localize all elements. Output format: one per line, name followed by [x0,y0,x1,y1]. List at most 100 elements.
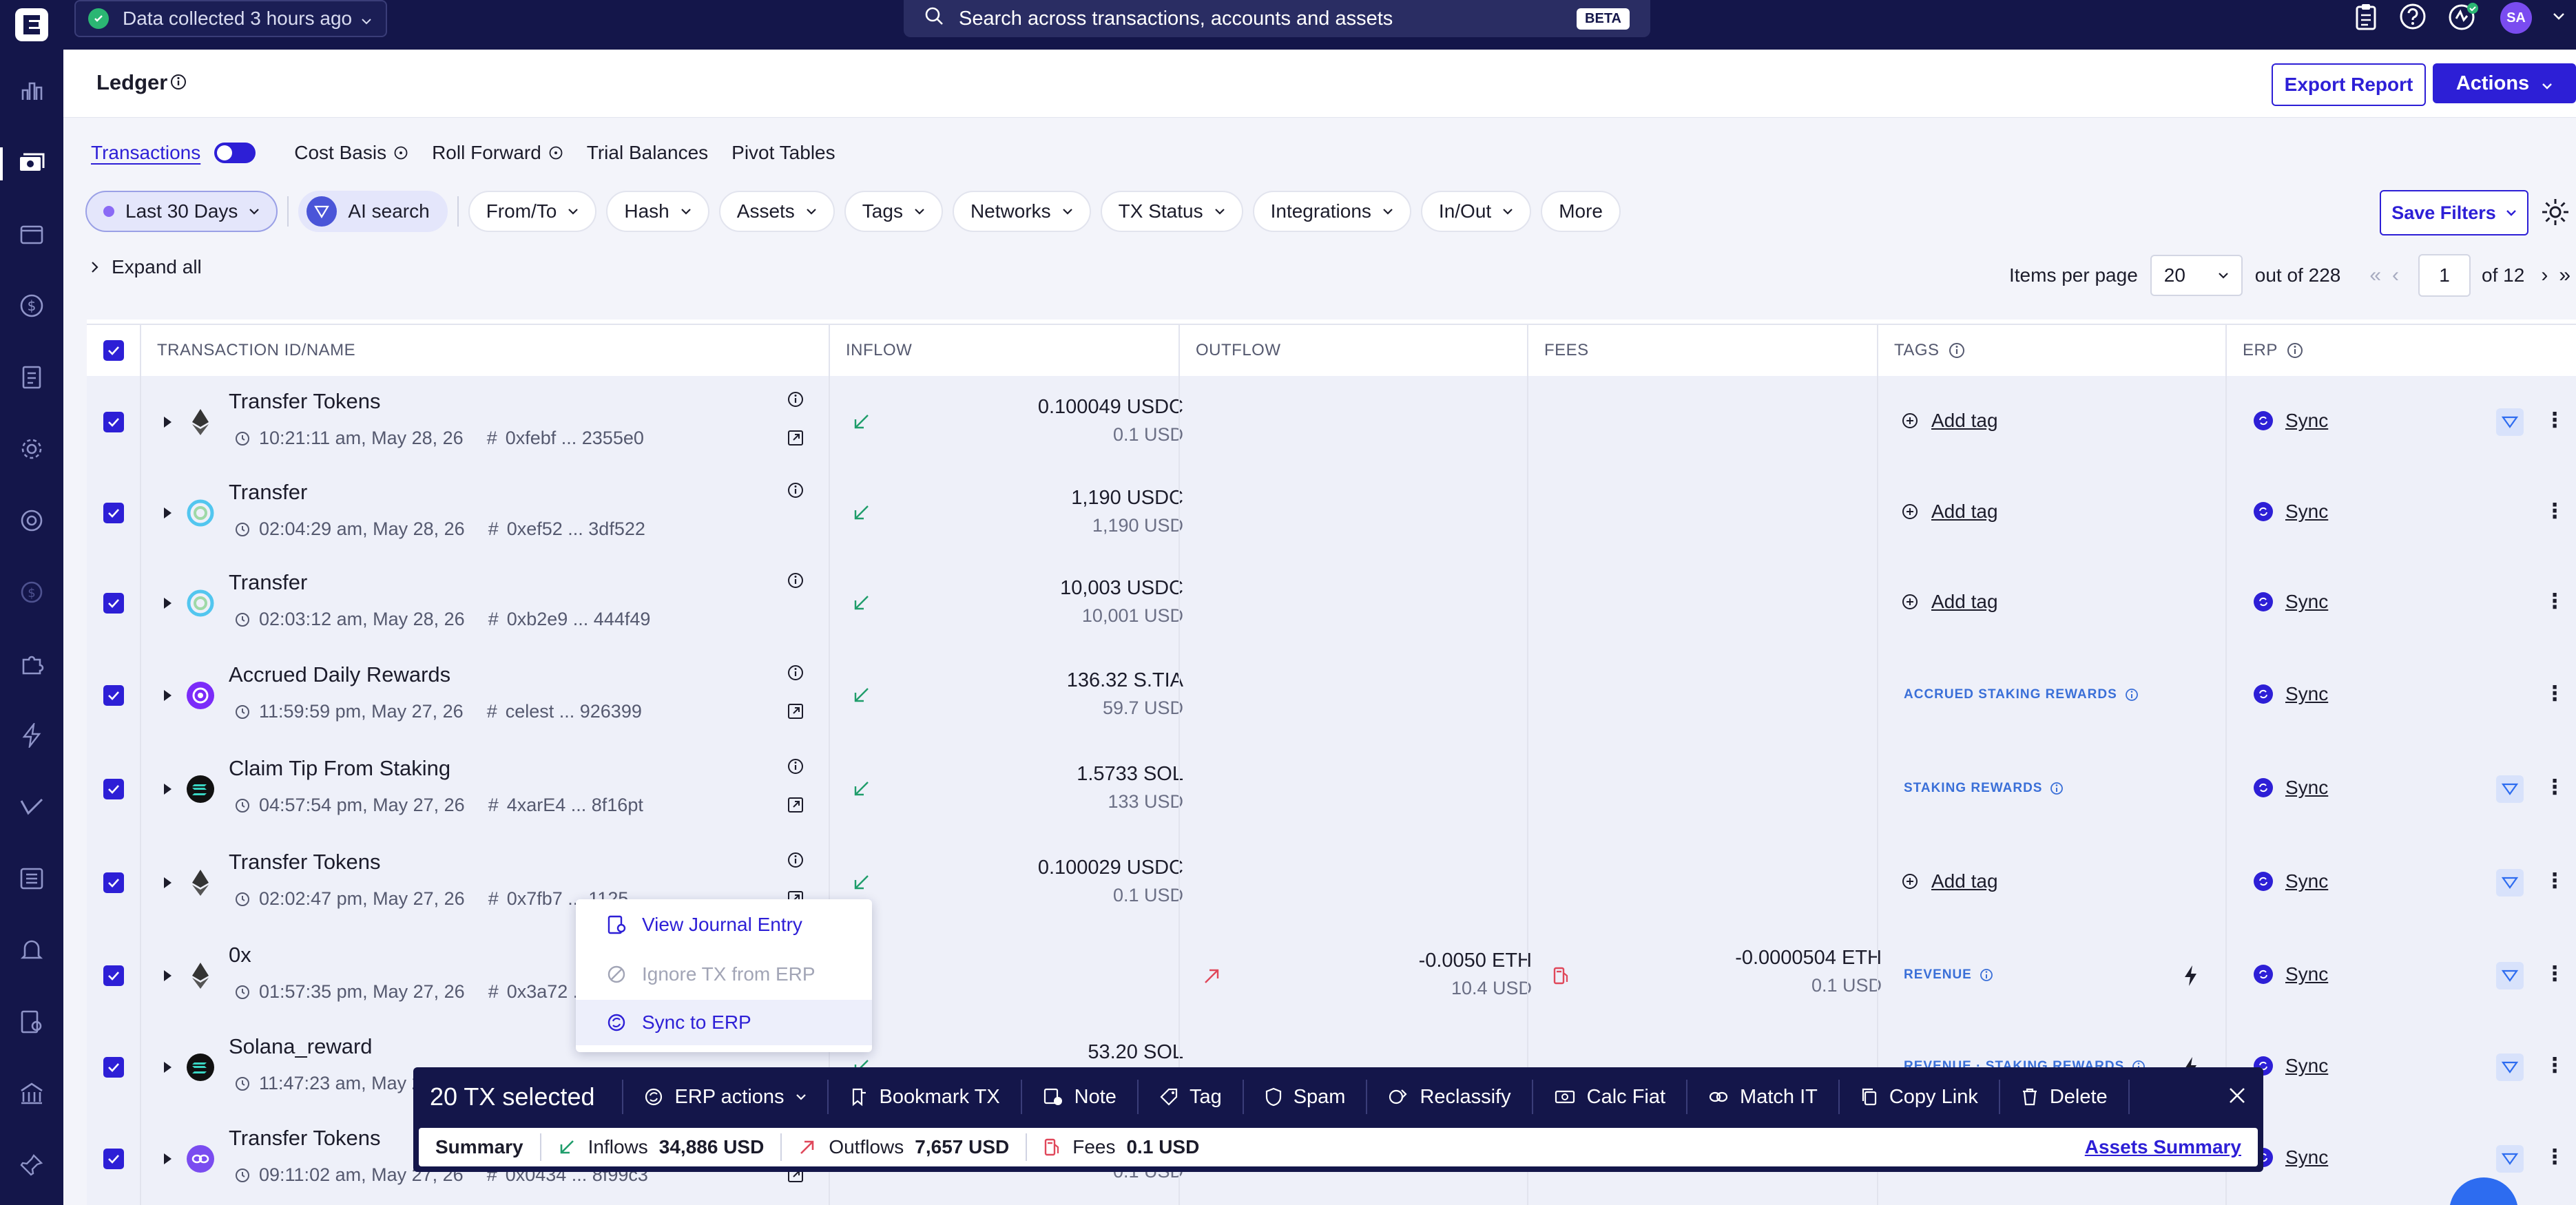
menu-item-sync-to-erp[interactable]: Sync to ERP [576,1000,872,1045]
transaction-hash[interactable]: 0xfebf ... 2355e0 [506,428,644,449]
sync-button[interactable]: Sync [2254,410,2328,432]
nav-tools[interactable] [0,1146,63,1187]
filter-from-to[interactable]: From/To [468,191,597,232]
filter-more[interactable]: More [1541,191,1621,232]
sync-button[interactable]: Sync [2254,777,2328,799]
export-report-button[interactable]: Export Report [2272,63,2426,106]
column-header-inflow[interactable]: INFLOW [846,325,912,376]
add-tag-button[interactable]: Add tag [1901,410,1998,432]
nav-network[interactable] [0,501,63,543]
filter-integrations[interactable]: Integrations [1252,191,1411,232]
table-row[interactable]: Transfer Tokens 02:02:47 pm, May 27, 26 … [87,836,2576,931]
transaction-name[interactable]: Transfer [229,570,307,595]
date-range-filter[interactable]: Last 30 Days [85,191,278,232]
add-tag-button[interactable]: Add tag [1901,501,1998,523]
filter-hash[interactable]: Hash [606,191,709,232]
help-icon[interactable] [2398,2,2427,34]
expand-row-icon[interactable] [164,507,172,518]
save-filters-button[interactable]: Save Filters [2380,190,2528,235]
table-row[interactable]: Transfer 02:03:12 am, May 28, 26 # 0xb2e… [87,558,2576,650]
assets-summary-link[interactable]: Assets Summary [2085,1136,2241,1158]
info-icon[interactable] [787,572,804,593]
row-checkbox[interactable] [103,412,124,432]
nav-reports[interactable] [0,358,63,399]
match-it-button[interactable]: Match IT [1687,1080,1840,1114]
items-per-page-select[interactable]: 20 [2150,255,2243,296]
activity-check-icon[interactable] [2448,2,2480,34]
expand-row-icon[interactable] [164,598,172,609]
transaction-name[interactable]: Accrued Daily Rewards [229,662,450,687]
table-row[interactable]: 0x 01:57:35 pm, May 27, 26 # 0x3a72 ... … [87,930,2576,1023]
transactions-toggle[interactable] [214,143,256,163]
nav-banking[interactable] [0,1074,63,1115]
menu-item-ignore-tx[interactable]: Ignore TX from ERP [576,952,872,997]
row-checkbox[interactable] [103,593,124,614]
row-menu-icon[interactable]: ⋮ [2544,962,2565,986]
transaction-name[interactable]: Claim Tip From Staking [229,756,450,781]
filter-networks[interactable]: Networks [952,191,1091,232]
expand-row-icon[interactable] [164,970,172,981]
erp-actions-button[interactable]: ERP actions [623,1080,829,1114]
row-menu-icon[interactable]: ⋮ [2544,869,2565,893]
nav-automation[interactable] [0,716,63,757]
sync-button[interactable]: Sync [2254,1055,2328,1077]
copy-link-button[interactable]: Copy Link [1840,1080,2000,1114]
expand-row-icon[interactable] [164,1153,172,1164]
column-header-tags[interactable]: TAGS [1894,325,1966,376]
transaction-hash[interactable]: 0xb2e9 ... 444f49 [507,609,651,630]
info-icon[interactable] [787,851,804,872]
row-menu-icon[interactable]: ⋮ [2544,682,2565,706]
note-button[interactable]: Note [1022,1080,1139,1114]
nav-currency[interactable]: $ [0,573,63,614]
transaction-name[interactable]: Transfer Tokens [229,389,381,414]
external-link-icon[interactable] [787,429,804,450]
expand-row-icon[interactable] [164,1062,172,1073]
column-header-transaction[interactable]: TRANSACTION ID/NAME [157,325,355,376]
filter-in-out[interactable]: In/Out [1420,191,1532,232]
tag-badge[interactable]: ACCRUED STAKING REWARDS [1904,687,2139,702]
nav-settings[interactable] [0,430,63,471]
filter-funnel-icon[interactable] [2496,962,2524,989]
nav-alerts[interactable] [0,931,63,972]
external-link-icon[interactable] [787,796,804,817]
tag-button[interactable]: Tag [1139,1080,1244,1114]
nav-list[interactable] [0,859,63,901]
page-number-input[interactable]: 1 [2418,254,2471,297]
sync-button[interactable]: Sync [2254,501,2328,523]
gear-icon[interactable] [2540,197,2570,231]
filter-funnel-icon[interactable] [2496,1054,2524,1081]
row-menu-icon[interactable]: ⋮ [2544,408,2565,432]
clipboard-icon[interactable] [2354,3,2378,34]
filter-funnel-icon[interactable] [2496,1145,2524,1173]
column-header-erp[interactable]: ERP [2243,325,2304,376]
nav-pricing[interactable]: $ [0,286,63,328]
app-logo[interactable] [0,0,63,50]
lightning-icon[interactable] [2183,965,2199,990]
select-all-checkbox[interactable] [103,340,124,361]
transaction-name[interactable]: Transfer [229,480,307,505]
close-icon[interactable] [2227,1082,2247,1111]
transaction-name[interactable]: Transfer Tokens [229,850,381,874]
sync-button[interactable]: Sync [2254,870,2328,892]
chevron-down-icon[interactable] [2553,12,2565,24]
transaction-name[interactable]: Transfer Tokens [229,1126,381,1151]
table-row[interactable]: Transfer 02:04:29 am, May 28, 26 # 0xef5… [87,468,2576,559]
row-checkbox[interactable] [103,872,124,893]
tab-pivot-tables[interactable]: Pivot Tables [731,142,835,164]
row-menu-icon[interactable]: ⋮ [2544,775,2565,799]
table-row[interactable]: Claim Tip From Staking 04:57:54 pm, May … [87,742,2576,837]
table-row[interactable]: Transfer Tokens 10:21:11 am, May 28, 26 … [87,376,2576,470]
external-link-icon[interactable] [787,702,804,724]
avatar[interactable]: SA [2500,2,2532,34]
tag-badge[interactable]: REVENUE [1904,967,1994,983]
next-page-icon[interactable]: › [2541,264,2548,287]
last-page-icon[interactable]: » [2559,264,2570,287]
sync-button[interactable]: Sync [2254,591,2328,613]
expand-row-icon[interactable] [164,877,172,888]
row-checkbox[interactable] [103,965,124,986]
transaction-hash[interactable]: 0xef52 ... 3df522 [507,518,645,540]
info-icon[interactable] [169,73,187,94]
filter-funnel-icon[interactable] [2496,869,2524,897]
filter-funnel-icon[interactable] [2496,775,2524,803]
table-row[interactable]: Accrued Daily Rewards 11:59:59 pm, May 2… [87,649,2576,744]
